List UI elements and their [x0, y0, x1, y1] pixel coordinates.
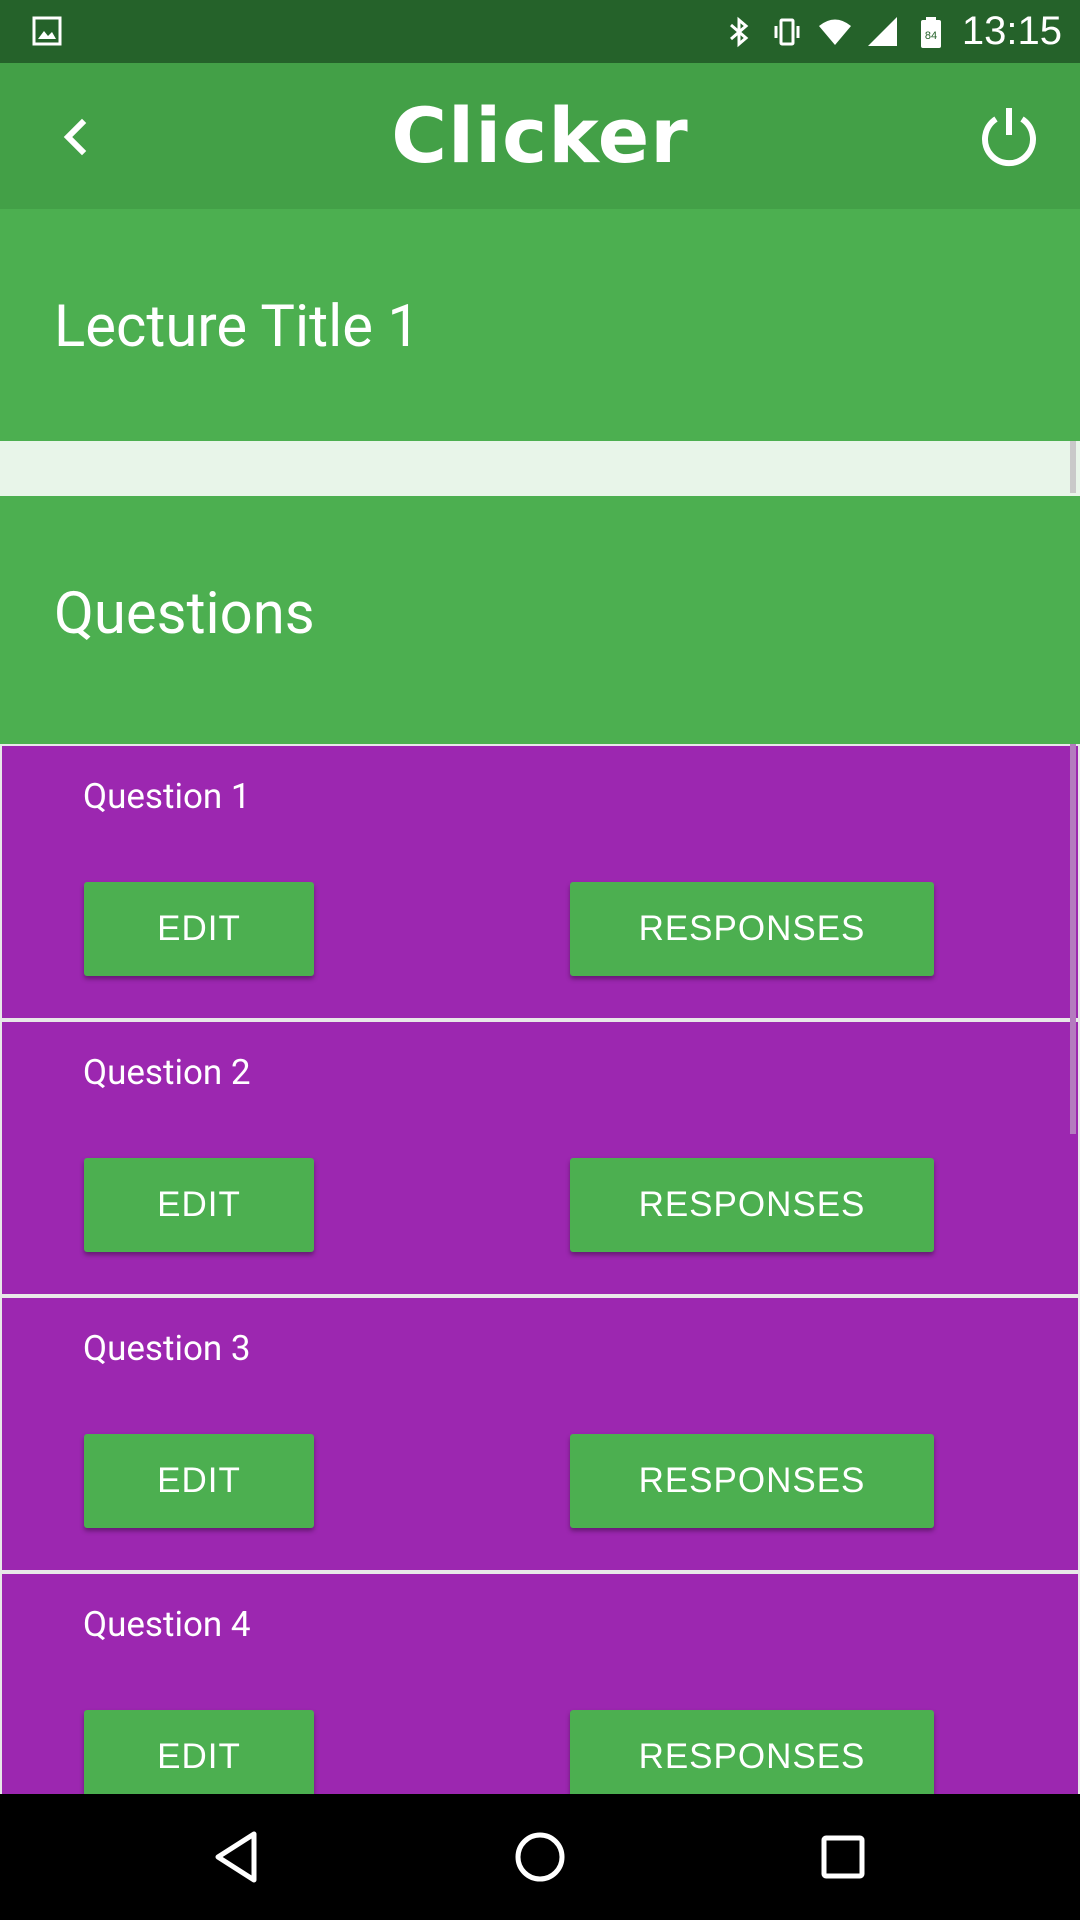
- question-list[interactable]: Question 1 EDIT RESPONSES Question 2 EDI…: [0, 744, 1080, 1794]
- bluetooth-icon: [729, 16, 749, 47]
- question-title: Question 1: [83, 776, 251, 817]
- wifi-icon: [818, 19, 851, 45]
- question-item: Question 3 EDIT RESPONSES: [0, 1296, 1080, 1572]
- edit-button[interactable]: EDIT: [84, 1434, 314, 1528]
- app-title: Clicker: [391, 91, 689, 180]
- question-item: Question 1 EDIT RESPONSES: [0, 744, 1080, 1020]
- question-title: Question 3: [83, 1328, 251, 1369]
- lecture-title: Lecture Title 1: [54, 293, 420, 361]
- battery-level: 84: [925, 30, 937, 42]
- back-triangle-icon[interactable]: [206, 1826, 268, 1888]
- edit-button[interactable]: EDIT: [84, 1158, 314, 1252]
- battery-icon: 84: [920, 16, 941, 48]
- responses-button[interactable]: RESPONSES: [570, 882, 934, 976]
- vibrate-icon: [774, 18, 800, 45]
- status-time: 13:15: [961, 9, 1062, 53]
- edit-button[interactable]: EDIT: [84, 1710, 314, 1794]
- list-scrollbar[interactable]: [1070, 744, 1076, 1134]
- edit-button[interactable]: EDIT: [84, 882, 314, 976]
- responses-button[interactable]: RESPONSES: [570, 1434, 934, 1528]
- image-icon: [32, 16, 62, 46]
- question-item: Question 4 EDIT RESPONSES: [0, 1572, 1080, 1794]
- lecture-header: Lecture Title 1: [0, 209, 1080, 441]
- responses-button[interactable]: RESPONSES: [570, 1158, 934, 1252]
- nav-bar: [0, 1794, 1080, 1920]
- question-title: Question 2: [83, 1052, 251, 1093]
- divider: [0, 441, 1080, 496]
- signal-icon: [867, 16, 897, 46]
- status-icons: 84 13:15: [722, 0, 1062, 63]
- recents-square-icon[interactable]: [812, 1826, 874, 1888]
- questions-header: Questions: [0, 496, 1080, 744]
- status-bar: 84 13:15: [0, 0, 1080, 63]
- app-bar: Clicker: [0, 63, 1080, 209]
- question-item: Question 2 EDIT RESPONSES: [0, 1020, 1080, 1296]
- scrollbar[interactable]: [1070, 441, 1076, 493]
- responses-button[interactable]: RESPONSES: [570, 1710, 934, 1794]
- question-title: Question 4: [83, 1604, 251, 1645]
- home-circle-icon[interactable]: [509, 1826, 571, 1888]
- power-icon[interactable]: [976, 103, 1042, 169]
- questions-label: Questions: [54, 580, 315, 648]
